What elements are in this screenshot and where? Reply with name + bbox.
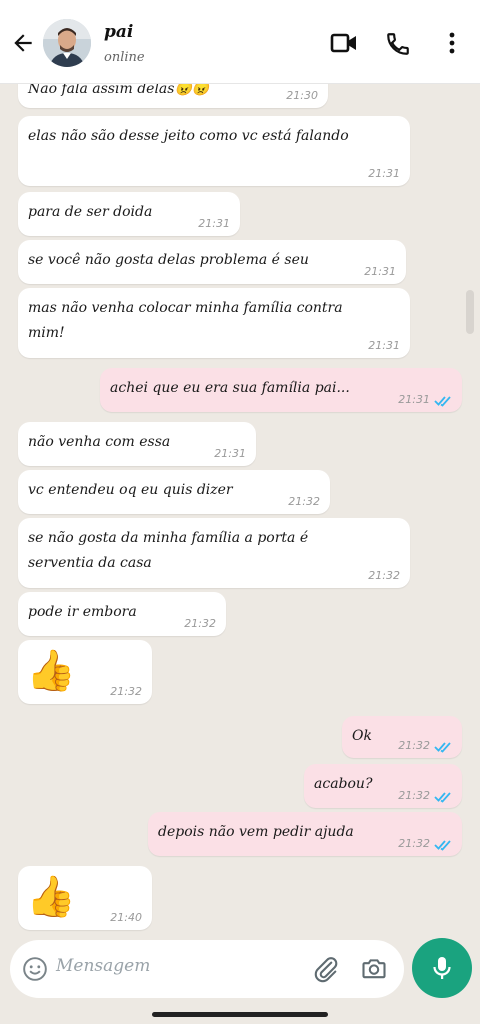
message-text: acabou? bbox=[314, 776, 373, 792]
paperclip-icon[interactable] bbox=[312, 955, 340, 983]
message-bubble[interactable]: pode ir embora 21:32 bbox=[18, 592, 226, 636]
scroll-handle[interactable] bbox=[466, 290, 474, 334]
message-time: 21:40 bbox=[110, 911, 142, 924]
mic-button[interactable] bbox=[412, 938, 472, 998]
message-time: 21:32 bbox=[110, 685, 142, 698]
message-bubble[interactable]: Não fala assim delas😠😠 21:30 bbox=[18, 84, 328, 108]
message-bubble[interactable]: mas não venha colocar minha família cont… bbox=[18, 288, 410, 358]
message-input[interactable]: Mensagem bbox=[56, 956, 150, 976]
message-bubble[interactable]: depois não vem pedir ajuda 21:32 bbox=[148, 812, 462, 856]
kebab-menu-icon[interactable] bbox=[440, 31, 464, 55]
message-text: depois não vem pedir ajuda bbox=[158, 824, 354, 840]
message-text: não venha com essa bbox=[28, 434, 171, 450]
message-bubble[interactable]: não venha com essa 21:31 bbox=[18, 422, 256, 466]
message-time: 21:32 bbox=[368, 569, 400, 582]
double-check-icon bbox=[434, 742, 451, 753]
message-time: 21:30 bbox=[286, 89, 318, 102]
message-text: achei que eu era sua família pai... bbox=[110, 380, 350, 396]
message-time: 21:31 bbox=[398, 393, 430, 406]
message-bubble[interactable]: elas não são desse jeito como vc está fa… bbox=[18, 116, 410, 186]
message-time: 21:31 bbox=[368, 339, 400, 352]
message-text: vc entendeu oq eu quis dizer bbox=[28, 482, 233, 498]
gesture-nav-bar[interactable] bbox=[152, 1012, 328, 1017]
message-list[interactable]: Não fala assim delas😠😠 21:30 elas não sã… bbox=[0, 84, 480, 936]
message-time: 21:32 bbox=[398, 837, 430, 850]
message-text: se não gosta da minha família a porta é … bbox=[28, 530, 309, 571]
message-time: 21:32 bbox=[288, 495, 320, 508]
message-text: mas não venha colocar minha família cont… bbox=[28, 300, 343, 341]
message-bubble[interactable]: se você não gosta delas problema é seu 2… bbox=[18, 240, 406, 284]
message-text: elas não são desse jeito como vc está fa… bbox=[28, 128, 349, 144]
message-bubble[interactable]: vc entendeu oq eu quis dizer 21:32 bbox=[18, 470, 330, 514]
contact-status: online bbox=[104, 50, 145, 65]
arrow-left-icon[interactable] bbox=[10, 30, 36, 56]
double-check-icon bbox=[434, 396, 451, 407]
message-text: Ok bbox=[352, 728, 372, 744]
message-bubble[interactable]: achei que eu era sua família pai... 21:3… bbox=[100, 368, 462, 412]
thumbs-up-icon: 👍 bbox=[26, 648, 76, 694]
message-text: se você não gosta delas problema é seu bbox=[28, 252, 309, 268]
message-bubble[interactable]: 👍 21:40 bbox=[18, 866, 152, 930]
message-time: 21:32 bbox=[398, 789, 430, 802]
chat-header: pai online bbox=[0, 0, 480, 84]
phone-icon[interactable] bbox=[385, 31, 411, 57]
message-time: 21:32 bbox=[398, 739, 430, 752]
message-bubble[interactable]: acabou? 21:32 bbox=[304, 764, 462, 808]
microphone-icon bbox=[433, 957, 451, 979]
message-text: pode ir embora bbox=[28, 604, 137, 620]
message-composer: Mensagem bbox=[10, 940, 404, 998]
emoji-icon[interactable] bbox=[22, 956, 48, 982]
message-bubble[interactable]: para de ser doida 21:31 bbox=[18, 192, 240, 236]
camera-icon[interactable] bbox=[360, 955, 388, 983]
video-camera-icon[interactable] bbox=[330, 31, 358, 55]
message-text: Não fala assim delas😠😠 bbox=[28, 84, 210, 97]
message-bubble[interactable]: se não gosta da minha família a porta é … bbox=[18, 518, 410, 588]
double-check-icon bbox=[434, 840, 451, 851]
message-bubble[interactable]: 👍 21:32 bbox=[18, 640, 152, 704]
message-time: 21:31 bbox=[364, 265, 396, 278]
message-time: 21:31 bbox=[214, 447, 246, 460]
message-time: 21:31 bbox=[368, 167, 400, 180]
message-time: 21:31 bbox=[198, 217, 230, 230]
message-bubble[interactable]: Ok 21:32 bbox=[342, 716, 462, 758]
thumbs-up-icon: 👍 bbox=[26, 874, 76, 920]
message-time: 21:32 bbox=[184, 617, 216, 630]
double-check-icon bbox=[434, 792, 451, 803]
message-text: para de ser doida bbox=[28, 204, 153, 220]
contact-name[interactable]: pai bbox=[104, 22, 133, 42]
avatar[interactable] bbox=[43, 19, 91, 67]
